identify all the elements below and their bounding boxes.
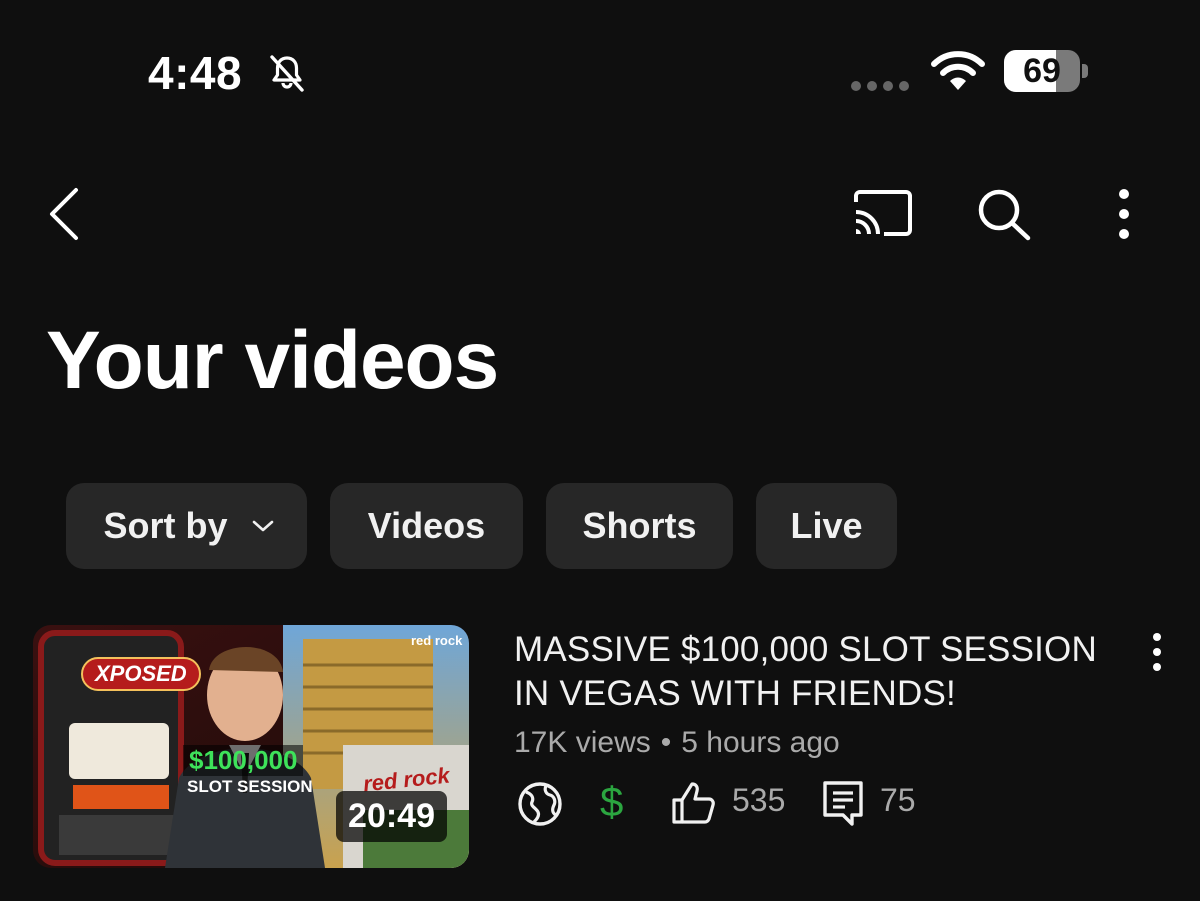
- sort-by-chip[interactable]: Sort by: [66, 483, 307, 569]
- battery-icon: 69: [1004, 50, 1088, 92]
- chip-shorts[interactable]: Shorts: [546, 483, 733, 569]
- page-title: Your videos: [46, 315, 499, 406]
- thumbnail-badge: XPOSED: [81, 657, 201, 691]
- cellular-icon: [851, 81, 909, 91]
- more-vertical-icon[interactable]: [1108, 188, 1140, 240]
- like-count: 535: [732, 782, 786, 818]
- comment-count: 75: [880, 782, 916, 818]
- video-views: 17K views: [514, 726, 651, 759]
- video-title[interactable]: MASSIVE $100,000 SLOT SESSION IN VEGAS W…: [514, 628, 1134, 716]
- thumbnail-amount: $100,000: [183, 745, 304, 776]
- sort-by-label: Sort by: [103, 505, 228, 546]
- battery-percent: 69: [1023, 52, 1061, 90]
- comment-icon: [823, 781, 863, 826]
- meta-separator: •: [660, 726, 672, 759]
- wifi-icon: [931, 51, 985, 90]
- status-time: 4:48: [148, 47, 243, 99]
- video-age: 5 hours ago: [681, 726, 840, 759]
- chip-videos[interactable]: Videos: [330, 483, 523, 569]
- chevron-down-icon: [252, 520, 273, 532]
- chip-live[interactable]: Live: [756, 483, 897, 569]
- back-chevron-icon[interactable]: [40, 184, 90, 244]
- cast-icon[interactable]: [852, 188, 914, 238]
- video-more-icon[interactable]: [1146, 632, 1168, 672]
- thumbnail-session: SLOT SESSION: [187, 777, 313, 796]
- globe-icon[interactable]: [516, 780, 564, 828]
- video-thumbnail[interactable]: XPOSED $100,000 SLOT SESSION red rock re…: [33, 625, 469, 868]
- monetization-dollar-icon[interactable]: $: [600, 776, 623, 828]
- thumbnail-brand-small: red rock: [411, 633, 463, 648]
- thumbs-up-icon: [672, 782, 715, 824]
- search-icon[interactable]: [974, 186, 1034, 242]
- video-duration: 20:49: [336, 791, 447, 842]
- bell-muted-icon: [270, 55, 304, 92]
- video-meta: 17K views • 5 hours ago: [514, 726, 840, 760]
